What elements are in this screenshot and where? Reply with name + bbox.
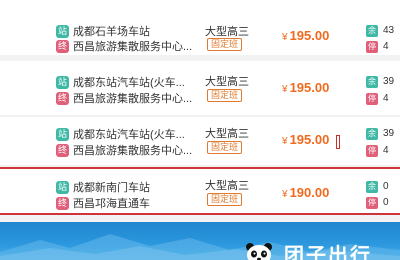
departure-name: 成都东站汽车站(火车... — [73, 129, 185, 141]
price-value: 195.00 — [289, 132, 330, 147]
depart-tag-icon: 站 — [56, 75, 69, 89]
depart-tag-icon: 站 — [56, 24, 69, 38]
text-cursor — [336, 135, 340, 149]
fixed-schedule-badge: 固定班 — [207, 193, 243, 206]
schedule-row[interactable]: 站 成都石羊场车站 终 西昌旅游集散服务中心... 大型高三 固定班 ¥195.… — [0, 0, 400, 55]
remain-tag-icon: 余 — [366, 24, 378, 37]
departure-name: 成都东站汽车站(火车... — [73, 77, 185, 89]
arrive-tag-icon: 终 — [56, 39, 69, 53]
stops-count: 4 — [383, 41, 389, 52]
arrival-station: 终 西昌旅游集散服务中心... — [56, 91, 192, 105]
arrival-station: 终 西昌旅游集散服务中心... — [56, 143, 192, 157]
price-value: 195.00 — [289, 28, 330, 43]
price-value: 190.00 — [289, 185, 330, 200]
remaining-seats: 余 0 — [366, 180, 389, 193]
bus-type: 大型高三 — [205, 128, 249, 140]
remaining-count: 39 — [383, 128, 395, 139]
fixed-schedule-badge: 固定班 — [207, 141, 243, 154]
fixed-schedule-badge: 固定班 — [207, 89, 243, 102]
remain-tag-icon: 余 — [366, 127, 378, 140]
arrival-station: 终 西昌旅游集散服务中心... — [56, 39, 192, 53]
promo-banner[interactable]: 团子出行 — [0, 222, 400, 260]
arrival-name: 西昌邛海直通车 — [73, 198, 150, 210]
remain-tag-icon: 余 — [366, 180, 378, 193]
stops-count: 4 — [383, 93, 389, 104]
ticket-price: ¥190.00 — [282, 185, 329, 200]
departure-station: 站 成都东站汽车站(火车... — [56, 127, 185, 141]
remaining-seats: 余 39 — [366, 75, 394, 88]
stops-count: 4 — [383, 145, 389, 156]
arrival-name: 西昌旅游集散服务中心... — [73, 93, 193, 105]
remain-tag-icon: 余 — [366, 75, 378, 88]
stop-count: 停 4 — [366, 40, 389, 53]
depart-tag-icon: 站 — [56, 180, 69, 194]
schedule-row-selected[interactable]: 站 成都新南门车站 终 西昌邛海直通车 大型高三 固定班 ¥190.00 余 0… — [0, 167, 400, 215]
arrival-station: 终 西昌邛海直通车 — [56, 196, 150, 210]
currency-symbol: ¥ — [282, 84, 288, 95]
stops-tag-icon: 停 — [366, 144, 378, 157]
arrive-tag-icon: 终 — [56, 91, 69, 105]
stop-count: 停 4 — [366, 92, 389, 105]
stop-count: 停 4 — [366, 144, 389, 157]
stops-count: 0 — [383, 197, 389, 208]
departure-station: 站 成都新南门车站 — [56, 180, 150, 194]
arrive-tag-icon: 终 — [56, 196, 69, 210]
fixed-schedule-badge: 固定班 — [207, 38, 243, 51]
stops-tag-icon: 停 — [366, 40, 378, 53]
bus-type: 大型高三 — [205, 180, 249, 192]
stops-tag-icon: 停 — [366, 92, 378, 105]
bus-type: 大型高三 — [205, 26, 249, 38]
currency-symbol: ¥ — [282, 189, 288, 200]
arrival-name: 西昌旅游集散服务中心... — [73, 145, 193, 157]
departure-name: 成都石羊场车站 — [73, 26, 150, 38]
remaining-count: 43 — [383, 25, 395, 36]
currency-symbol: ¥ — [282, 32, 288, 43]
depart-tag-icon: 站 — [56, 127, 69, 141]
departure-name: 成都新南门车站 — [73, 182, 150, 194]
schedule-row[interactable]: 站 成都东站汽车站(火车... 终 西昌旅游集散服务中心... 大型高三 固定班… — [0, 61, 400, 115]
remaining-seats: 余 39 — [366, 127, 394, 140]
ticket-price: ¥195.00 — [282, 80, 329, 95]
schedule-row[interactable]: 站 成都东站汽车站(火车... 终 西昌旅游集散服务中心... 大型高三 固定班… — [0, 117, 400, 165]
arrive-tag-icon: 终 — [56, 143, 69, 157]
stops-tag-icon: 停 — [366, 196, 378, 209]
currency-symbol: ¥ — [282, 136, 288, 147]
departure-station: 站 成都石羊场车站 — [56, 24, 150, 38]
remaining-count: 39 — [383, 76, 395, 87]
price-value: 195.00 — [289, 80, 330, 95]
arrival-name: 西昌旅游集散服务中心... — [73, 41, 193, 53]
stop-count: 停 0 — [366, 196, 389, 209]
ticket-price: ¥195.00 — [282, 132, 329, 147]
panda-logo-icon — [246, 243, 272, 260]
bus-type: 大型高三 — [205, 76, 249, 88]
brand-name: 团子出行 — [284, 245, 372, 260]
ticket-price: ¥195.00 — [282, 28, 329, 43]
remaining-count: 0 — [383, 181, 389, 192]
remaining-seats: 余 43 — [366, 24, 394, 37]
departure-station: 站 成都东站汽车站(火车... — [56, 75, 185, 89]
